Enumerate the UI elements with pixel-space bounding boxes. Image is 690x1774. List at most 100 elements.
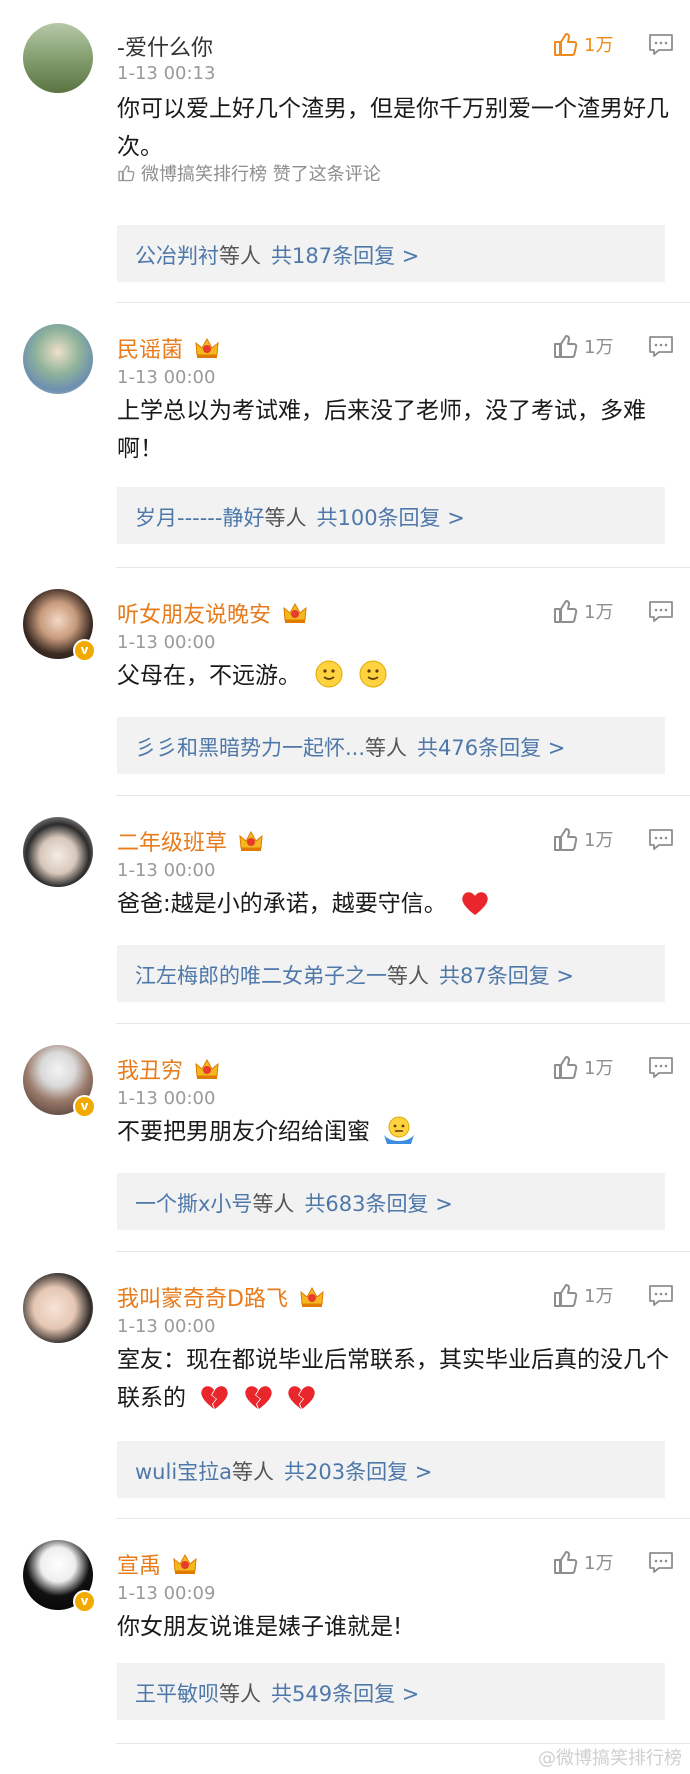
user-name[interactable]: 民谣菌 xyxy=(117,332,220,364)
reply-comment-icon[interactable] xyxy=(648,828,674,852)
like-button[interactable]: 1万 xyxy=(552,333,613,359)
thumbs-up-icon xyxy=(554,828,578,851)
vip-crown-icon xyxy=(173,1553,197,1574)
user-name[interactable]: 我叫蒙奇奇D路飞 xyxy=(117,1281,325,1313)
user-name-text: 听女朋友说晚安 xyxy=(117,603,272,628)
reply-suffix: 等人 xyxy=(365,736,408,760)
reply-count-link[interactable]: 共203条回复 > xyxy=(284,1460,432,1484)
reply-preview[interactable]: 岁月------静好等人 共100条回复 > xyxy=(117,487,665,544)
like-button[interactable]: 1万 xyxy=(552,826,613,852)
comment-text: 上学总以为考试难，后来没了老师，没了考试，多难啊！ xyxy=(117,398,646,462)
reply-user[interactable]: 一个撕x小号 xyxy=(135,1192,252,1216)
reply-suffix: 等人 xyxy=(219,1682,261,1706)
user-name-text: 我丑穷 xyxy=(117,1059,184,1084)
avatar[interactable] xyxy=(23,1273,93,1343)
reply-preview[interactable]: 彡彡和黑暗势力一起怀...等人 共476条回复 > xyxy=(117,717,665,774)
like-count: 1万 xyxy=(584,1286,614,1307)
reply-comment-icon[interactable] xyxy=(648,600,674,624)
reply-preview[interactable]: 一个撕x小号等人 共683条回复 > xyxy=(117,1173,665,1230)
timestamp: 1-13 00:00 xyxy=(117,1316,216,1337)
broken-heart-icon xyxy=(244,1386,272,1409)
like-count: 1万 xyxy=(584,1058,614,1079)
watermark-text: @微博搞笑排行榜 xyxy=(538,1748,682,1769)
divider xyxy=(116,1251,690,1252)
divider xyxy=(116,302,690,303)
like-button[interactable]: 1万 xyxy=(552,1054,613,1080)
user-name[interactable]: 宣禹 xyxy=(117,1548,198,1580)
comment-text: 父母在，不远游。 xyxy=(117,657,672,695)
user-name[interactable]: 我丑穷 xyxy=(117,1053,220,1085)
reply-user[interactable]: 王平敏呗 xyxy=(135,1682,219,1706)
reply-suffix: 等人 xyxy=(252,1192,295,1216)
reply-preview[interactable]: 江左梅郎的唯二女弟子之一等人 共87条回复 > xyxy=(117,945,665,1002)
comment-text-content: 不要把男朋友介绍给闺蜜 xyxy=(117,1119,370,1145)
reply-comment-icon[interactable] xyxy=(648,33,674,57)
like-button[interactable]: 1万 xyxy=(552,598,613,624)
reply-preview[interactable]: 王平敏呗等人 共549条回复 > xyxy=(117,1663,665,1720)
reply-comment-icon[interactable] xyxy=(648,335,674,359)
avatar[interactable] xyxy=(23,23,93,93)
user-name[interactable]: -爱什么你 xyxy=(117,30,213,62)
comment-text: 你女朋友说谁是婊子谁就是! xyxy=(117,1614,403,1640)
user-name-text: 宣禹 xyxy=(117,1554,162,1579)
reply-user[interactable]: 岁月------静好 xyxy=(135,506,264,530)
vip-crown-icon xyxy=(283,602,307,623)
avatar[interactable] xyxy=(23,817,93,887)
reply-count-link[interactable]: 共476条回复 > xyxy=(417,736,565,760)
verified-badge-icon: v xyxy=(73,1590,96,1613)
reply-count-link[interactable]: 共87条回复 > xyxy=(439,964,574,988)
smile-emoji-icon xyxy=(315,660,343,688)
reply-user[interactable]: wuli宝拉a xyxy=(135,1460,232,1484)
thumbs-up-icon xyxy=(554,600,578,623)
thumbs-up-icon xyxy=(118,165,135,182)
reply-comment-icon[interactable] xyxy=(648,1551,674,1575)
vip-crown-icon xyxy=(239,830,263,851)
reply-user[interactable]: 彡彡和黑暗势力一起怀... xyxy=(135,736,365,760)
vip-crown-icon xyxy=(195,337,219,358)
comment-text: 爸爸:越是小的承诺，越要守信。 xyxy=(117,885,672,923)
reply-user[interactable]: 江左梅郎的唯二女弟子之一 xyxy=(135,964,387,988)
divider xyxy=(116,567,690,568)
shrug-emoji-icon xyxy=(384,1116,415,1144)
like-count: 1万 xyxy=(584,337,614,358)
divider xyxy=(116,1023,690,1024)
reply-count-link[interactable]: 共100条回复 > xyxy=(316,506,464,530)
timestamp: 1-13 00:09 xyxy=(117,1583,216,1604)
like-button[interactable]: 1万 xyxy=(552,31,613,57)
reply-count-link[interactable]: 共683条回复 > xyxy=(304,1192,452,1216)
reply-preview[interactable]: wuli宝拉a等人 共203条回复 > xyxy=(117,1441,665,1498)
comment-text-content: 爸爸:越是小的承诺，越要守信。 xyxy=(117,891,447,917)
reply-count-link[interactable]: 共549条回复 > xyxy=(271,1682,419,1706)
comment-text: 你可以爱上好几个渣男，但是你千万别爱一个渣男好几次。 xyxy=(117,96,669,160)
thumbs-up-icon xyxy=(554,335,578,358)
user-name[interactable]: 听女朋友说晚安 xyxy=(117,597,308,629)
like-button[interactable]: 1万 xyxy=(552,1282,613,1308)
reply-comment-icon[interactable] xyxy=(648,1056,674,1080)
vip-crown-icon xyxy=(300,1286,324,1307)
comment-text: 室友：现在都说毕业后常联系，其实毕业后真的没几个联系的 xyxy=(117,1341,672,1417)
reply-count-link[interactable]: 共187条回复 > xyxy=(271,244,419,268)
reply-preview[interactable]: 公冶判衬等人 共187条回复 > xyxy=(117,225,665,282)
broken-heart-icon xyxy=(288,1386,315,1409)
liked-by-text: 微博搞笑排行榜 赞了这条评论 xyxy=(141,164,381,185)
user-name[interactable]: 二年级班草 xyxy=(117,825,264,857)
thumbs-up-icon xyxy=(554,33,578,56)
timestamp: 1-13 00:13 xyxy=(117,63,216,84)
thumbs-up-icon xyxy=(554,1284,578,1307)
verified-badge-icon: v xyxy=(73,639,96,662)
reply-suffix: 等人 xyxy=(219,244,261,268)
comment-text-content: 父母在，不远游。 xyxy=(117,663,301,689)
user-name-text: 民谣菌 xyxy=(117,338,184,363)
broken-heart-icon xyxy=(201,1386,228,1409)
avatar[interactable] xyxy=(23,324,93,394)
like-count: 1万 xyxy=(584,35,614,56)
thumbs-up-icon xyxy=(554,1056,578,1079)
reply-user[interactable]: 公冶判衬 xyxy=(135,244,219,268)
like-count: 1万 xyxy=(584,830,614,851)
reply-comment-icon[interactable] xyxy=(648,1284,674,1308)
like-button[interactable]: 1万 xyxy=(552,1549,613,1575)
reply-suffix: 等人 xyxy=(387,964,429,988)
divider xyxy=(116,1518,690,1519)
timestamp: 1-13 00:00 xyxy=(117,632,216,653)
timestamp: 1-13 00:00 xyxy=(117,1088,216,1109)
